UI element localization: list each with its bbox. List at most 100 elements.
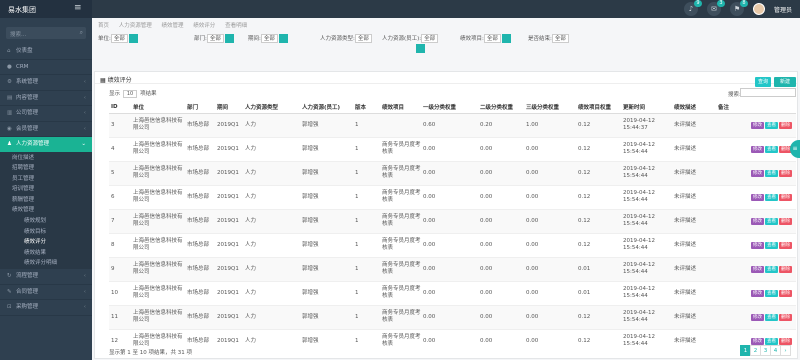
view-button[interactable]: 查看 [765, 145, 778, 153]
finished-select[interactable]: 全部 [551, 34, 569, 43]
breadcrumb-item[interactable]: 绩效评分 [193, 23, 215, 29]
delete-button[interactable]: 删除 [779, 193, 792, 201]
view-button[interactable]: 查看 [765, 217, 778, 225]
col-target[interactable]: 绩效项目 [380, 101, 421, 114]
col-weight-1[interactable]: 一级分类权重 [421, 101, 478, 114]
delete-button[interactable]: 删除 [779, 265, 792, 273]
filter-button[interactable] [278, 34, 288, 43]
view-button[interactable]: 查看 [765, 313, 778, 321]
target-select[interactable]: 全部 [483, 34, 501, 43]
table-row[interactable]: 4 上海邑信信息科技有限公司 市场总部 2019Q1 人力 郭增强 1 商务专员月度考核表 0.… [109, 136, 796, 161]
view-button[interactable]: 查看 [765, 169, 778, 177]
sidebar-subsub-score-detail[interactable]: 绩效评分明细 [0, 258, 92, 270]
sidebar-item-dashboard[interactable]: ⌂ 仪表盘 [0, 44, 92, 60]
sidebar-item-contract[interactable]: ✎ 合同管理 ‹ [0, 285, 92, 301]
filter-button[interactable] [128, 34, 138, 43]
view-button[interactable]: 查看 [765, 337, 778, 345]
mail-icon[interactable]: ✉ 3 [706, 0, 725, 16]
sidebar-sub-recruit[interactable]: 招聘管理 [0, 163, 92, 174]
table-search-input[interactable] [740, 88, 796, 97]
sidebar-search-input[interactable]: 搜索... ⌕ [6, 27, 86, 39]
col-unit[interactable]: 单位 [131, 101, 185, 114]
avatar[interactable] [752, 3, 765, 15]
table-row[interactable]: 9 上海邑信信息科技有限公司 市场总部 2019Q1 人力 郭增强 1 商务专员月度考核表 0.… [109, 256, 796, 281]
col-weight-3[interactable]: 三级分类权重 [524, 101, 576, 114]
user-name[interactable]: 管理员 [774, 5, 792, 14]
sidebar-item-member[interactable]: ◉ 会员管理 ‹ [0, 122, 92, 137]
edit-button[interactable]: 修改 [751, 337, 764, 345]
page-next[interactable]: › [780, 345, 791, 356]
col-target-weight[interactable]: 绩效项目权重 [576, 101, 621, 114]
sidebar-sub-training[interactable]: 培训管理 [0, 184, 92, 195]
view-button[interactable]: 查看 [765, 121, 778, 129]
sidebar-item-flow[interactable]: ↻ 流程管理 ‹ [0, 269, 92, 285]
col-weight-2[interactable]: 二级分类权重 [478, 101, 524, 114]
search-icon[interactable]: ⌕ [80, 29, 83, 37]
sidebar-item-system[interactable]: ⚙ 系统管理 ‹ [0, 75, 92, 91]
hamburger-icon[interactable]: ≡ [74, 4, 82, 13]
dept-select[interactable]: 全部 [206, 34, 224, 43]
sidebar-subsub-target[interactable]: 绩效目标 [0, 226, 92, 238]
sidebar-sub-performance[interactable]: 绩效管理 [0, 205, 92, 217]
sidebar-sub-job-desc[interactable]: 岗位描述 [0, 152, 92, 164]
sidebar-subsub-result[interactable]: 绩效结果 [0, 247, 92, 259]
view-button[interactable]: 查看 [765, 193, 778, 201]
delete-button[interactable]: 删除 [779, 169, 792, 177]
query-button[interactable]: 查询 [755, 77, 771, 87]
table-row[interactable]: 3 上海邑信信息科技有限公司 市场总部 2019Q1 人力 郭增强 1 0.60 0.20 1.0… [109, 112, 796, 137]
table-row[interactable]: 6 上海邑信信息科技有限公司 市场总部 2019Q1 人力 郭增强 1 商务专员月度考核表 0.… [109, 184, 796, 209]
col-version[interactable]: 版本 [353, 101, 380, 114]
edit-button[interactable]: 修改 [751, 289, 764, 297]
sidebar-sub-salary[interactable]: 薪酬管理 [0, 194, 92, 206]
delete-button[interactable]: 删除 [779, 121, 792, 129]
col-hr-type[interactable]: 人力资源类型 [243, 101, 300, 114]
view-button[interactable]: 查看 [765, 265, 778, 273]
sidebar-subsub-score[interactable]: 绩效评分 [0, 237, 92, 248]
delete-button[interactable]: 删除 [779, 313, 792, 321]
col-description[interactable]: 绩效描述 [672, 101, 716, 114]
edit-button[interactable]: 修改 [751, 265, 764, 273]
table-row[interactable]: 11 上海邑信信息科技有限公司 市场总部 2019Q1 人力 郭增强 1 商务专员月度考核表 0… [109, 304, 796, 329]
sidebar-item-crm[interactable]: ● CRM [0, 60, 92, 75]
sidebar-subsub-plan[interactable]: 绩效规划 [0, 216, 92, 227]
page-size-select[interactable]: 10 [123, 89, 138, 98]
filter-button[interactable] [224, 34, 234, 43]
filter-button[interactable] [416, 44, 425, 53]
view-button[interactable]: 查看 [765, 289, 778, 297]
hr-resource-select[interactable]: 全部 [421, 34, 439, 43]
edit-button[interactable]: 修改 [751, 217, 764, 225]
edit-button[interactable]: 修改 [751, 145, 764, 153]
breadcrumb-item[interactable]: 人力资源管理 [119, 23, 152, 29]
table-row[interactable]: 12 上海邑信信息科技有限公司 市场总部 2019Q1 人力 郭增强 1 商务专员月度考核表 0… [109, 328, 796, 353]
edit-button[interactable]: 修改 [751, 241, 764, 249]
filter-button[interactable] [501, 34, 511, 43]
breadcrumb-item[interactable]: 绩效管理 [162, 23, 184, 29]
delete-button[interactable]: 删除 [779, 289, 792, 297]
table-row[interactable]: 8 上海邑信信息科技有限公司 市场总部 2019Q1 人力 郭增强 1 商务专员月度考核表 0.… [109, 232, 796, 257]
edit-button[interactable]: 修改 [751, 121, 764, 129]
edit-button[interactable]: 修改 [751, 169, 764, 177]
hr-type-select[interactable]: 全部 [354, 34, 372, 43]
table-row[interactable]: 7 上海邑信信息科技有限公司 市场总部 2019Q1 人力 郭增强 1 商务专员月度考核表 0.… [109, 208, 796, 233]
table-row[interactable]: 5 上海邑信信息科技有限公司 市场总部 2019Q1 人力 郭增强 1 商务专员月度考核表 0.… [109, 160, 796, 185]
col-id[interactable]: ID [109, 101, 131, 114]
sidebar-item-hr[interactable]: ♟ 人力资源管理 ⌄ [0, 137, 92, 153]
sidebar-sub-staff[interactable]: 员工管理 [0, 173, 92, 185]
col-hr-resource[interactable]: 人力资源(员工) [300, 101, 353, 114]
flag-icon[interactable]: ⚑ 8 [729, 0, 748, 16]
delete-button[interactable]: 删除 [779, 241, 792, 249]
view-button[interactable]: 查看 [765, 241, 778, 249]
edit-button[interactable]: 修改 [751, 193, 764, 201]
col-remark[interactable]: 备注 [716, 101, 749, 114]
sidebar-item-company[interactable]: ▥ 公司管理 ‹ [0, 106, 92, 122]
unit-select[interactable]: 全部 [110, 34, 128, 43]
delete-button[interactable]: 删除 [779, 337, 792, 345]
period-select[interactable]: 全部 [260, 34, 278, 43]
col-dept[interactable]: 部门 [185, 101, 215, 114]
table-row[interactable]: 10 上海邑信信息科技有限公司 市场总部 2019Q1 人力 郭增强 1 商务专员月度考核表 0… [109, 280, 796, 305]
sidebar-item-content[interactable]: ▤ 内容管理 ‹ [0, 91, 92, 106]
sidebar-item-purchase[interactable]: ⊡ 采购管理 ‹ [0, 300, 92, 316]
bell-icon[interactable]: ♪ 9 [683, 0, 702, 16]
edit-button[interactable]: 修改 [751, 313, 764, 321]
breadcrumb-item[interactable]: 首页 [98, 23, 109, 29]
